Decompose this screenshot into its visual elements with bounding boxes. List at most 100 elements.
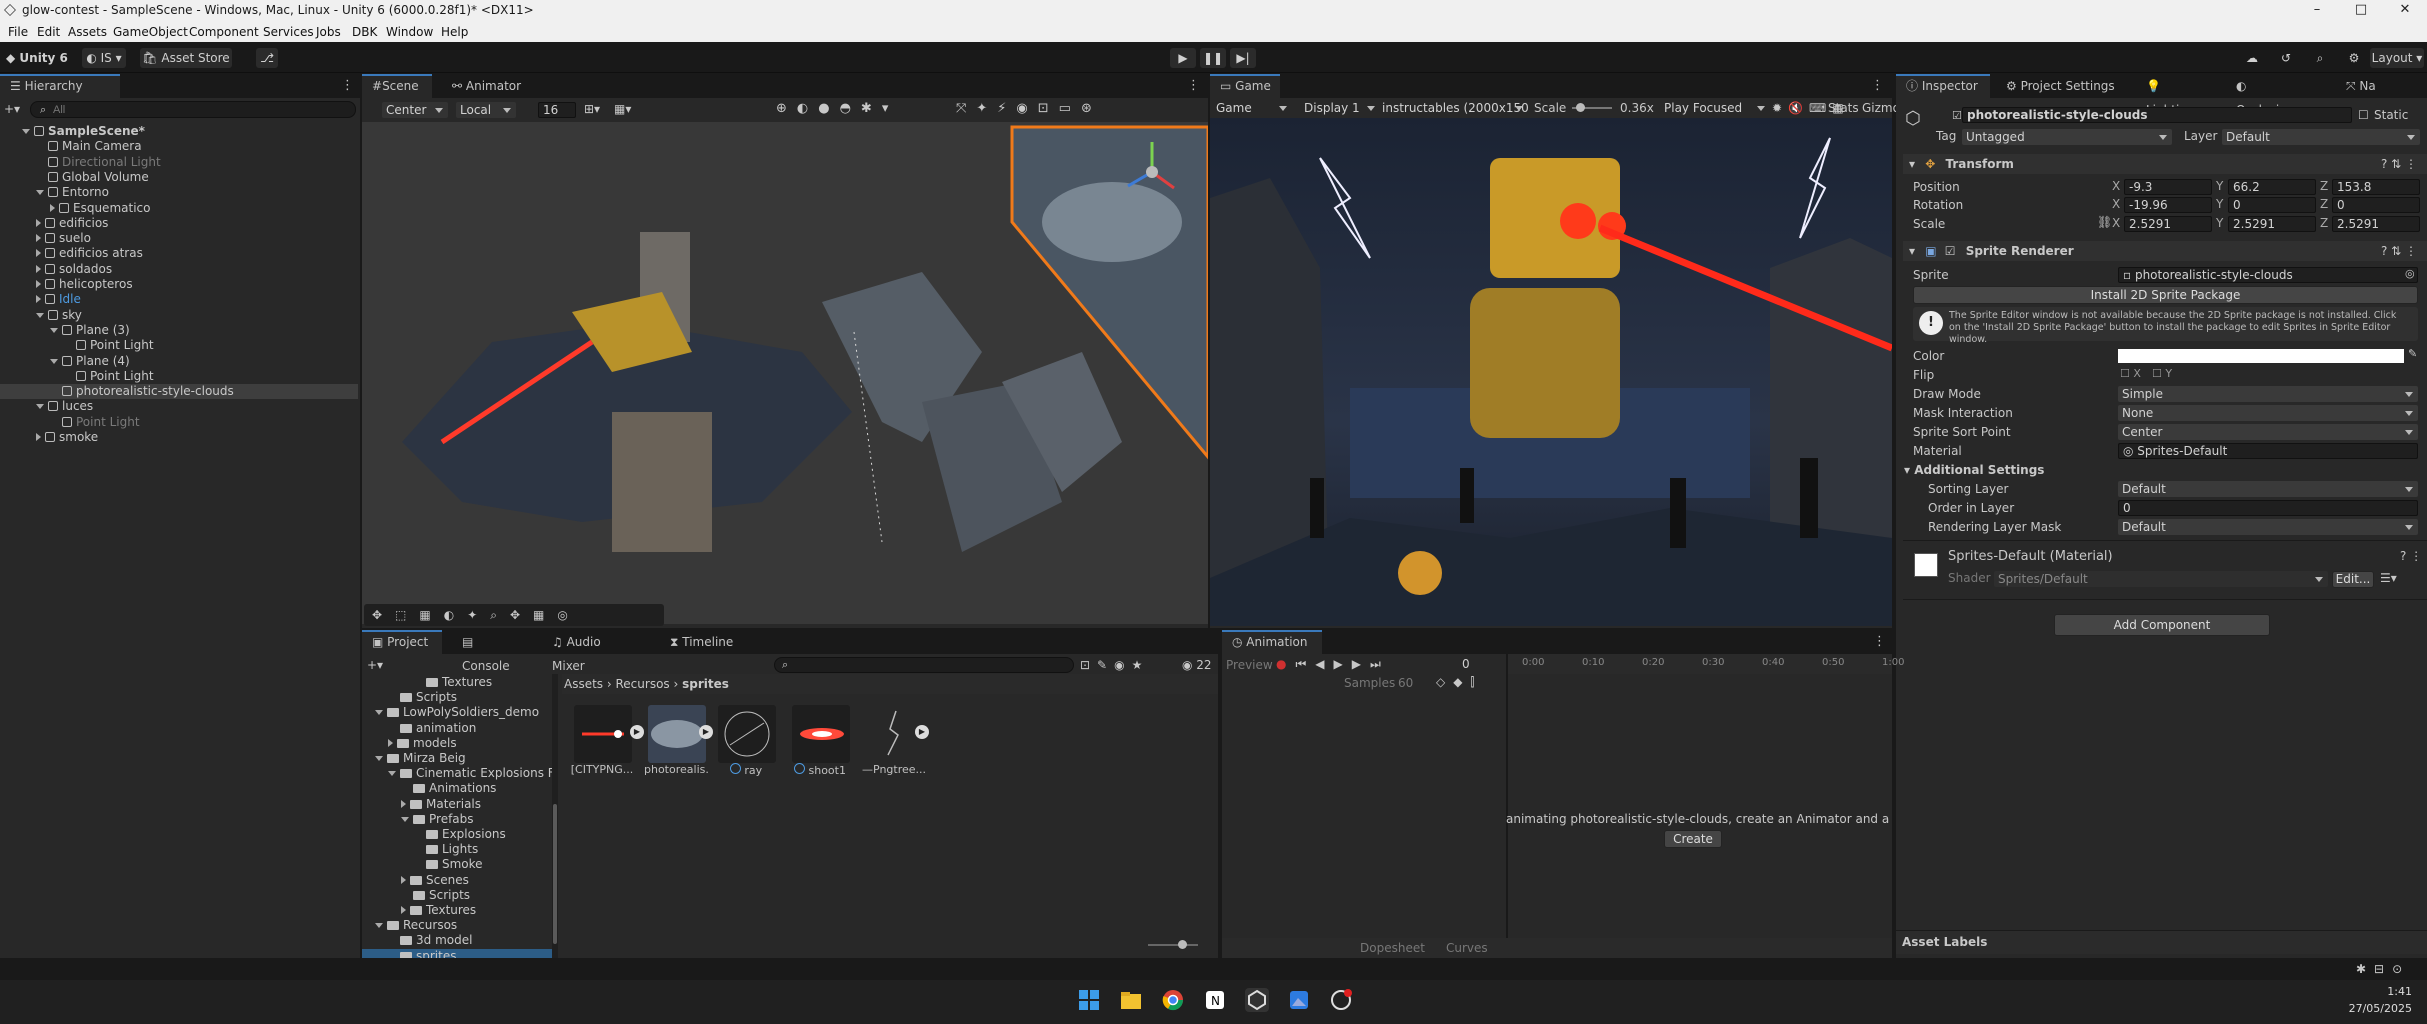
tab-inspector[interactable]: ⓘ Inspector xyxy=(1896,74,1990,98)
scale-x-field[interactable]: 2.5291 xyxy=(2124,216,2212,232)
stats-button[interactable]: Stats xyxy=(1828,98,1859,118)
hierarchy-item[interactable]: Plane (4) xyxy=(0,354,358,369)
component-enabled-checkbox[interactable]: ☑ xyxy=(1945,244,1956,258)
foldout-expanded-icon[interactable] xyxy=(22,129,30,134)
flip-y-checkbox[interactable]: ☐ Y xyxy=(2152,367,2172,380)
menu-component[interactable]: Component xyxy=(189,25,259,39)
animation-menu-icon[interactable]: ⋮ xyxy=(1873,634,1886,649)
play-button[interactable]: ▶ xyxy=(1170,48,1196,68)
material-menu-icons[interactable]: ? ⋮ xyxy=(2400,549,2422,563)
play-mode-dropdown[interactable]: Play Focused xyxy=(1660,100,1770,116)
close-button[interactable]: ✕ xyxy=(2383,0,2427,21)
scale-z-field[interactable]: 2.5291 xyxy=(2332,216,2420,232)
foldout-expanded-icon[interactable] xyxy=(375,923,383,929)
tab-animation[interactable]: ◷ Animation xyxy=(1222,630,1322,654)
transform-header[interactable]: ▾ ✥ Transform ? ⇅ ⋮ xyxy=(1903,154,2427,174)
menu-assets[interactable]: Assets xyxy=(68,25,107,39)
hierarchy-item[interactable]: Main Camera xyxy=(0,139,358,154)
project-folder-item[interactable]: Cinematic Explosions FI xyxy=(362,766,552,781)
component-menu-icons[interactable]: ? ⇅ ⋮ xyxy=(2381,241,2417,261)
eyedropper-icon[interactable]: ✎ xyxy=(2408,347,2417,360)
foldout-collapsed-icon[interactable] xyxy=(36,249,41,258)
game-viewport[interactable] xyxy=(1210,118,1892,626)
foldout-collapsed-icon[interactable] xyxy=(50,203,55,212)
photos-icon[interactable] xyxy=(1287,988,1311,1012)
asset-thumb-shoot1[interactable] xyxy=(792,705,850,763)
grid-snap-icon[interactable]: ⊞▾ xyxy=(584,102,600,116)
game-mode-dropdown[interactable]: Game xyxy=(1212,100,1292,116)
active-checkbox[interactable]: ☑ xyxy=(1952,109,1962,122)
curves-button[interactable]: Curves xyxy=(1446,941,1488,955)
minimize-button[interactable]: – xyxy=(2295,0,2339,21)
color-swatch[interactable] xyxy=(2118,349,2404,363)
additional-settings-foldout[interactable]: ▾ Additional Settings xyxy=(1904,461,2044,479)
material-field[interactable]: ◎ Sprites-Default xyxy=(2118,443,2418,459)
project-folder-item[interactable]: Prefabs xyxy=(362,812,552,827)
step-button[interactable]: ▶| xyxy=(1230,48,1256,68)
menu-edit[interactable]: Edit xyxy=(37,25,60,39)
panel-menu-icon[interactable]: ⋮ xyxy=(341,78,354,93)
pivot-dropdown[interactable]: Center xyxy=(382,102,448,118)
shader-dropdown[interactable]: Sprites/Default xyxy=(1994,571,2328,587)
hierarchy-item[interactable]: Idle xyxy=(0,292,358,307)
add-component-button[interactable]: Add Component xyxy=(2054,614,2270,636)
foldout-collapsed-icon[interactable] xyxy=(36,295,41,304)
object-name-field[interactable]: photorealistic-style-clouds xyxy=(1962,107,2352,123)
settings-gear-icon[interactable]: ⚙ xyxy=(2342,48,2366,68)
gizmos-button[interactable]: Gizmo xyxy=(1862,98,1900,118)
sorting-layer-dropdown[interactable]: Default xyxy=(2118,481,2418,497)
menu-help[interactable]: Help xyxy=(441,25,468,39)
tab-navigation[interactable]: ⤧ Na xyxy=(2336,74,2386,98)
tab-project[interactable]: ▣ Project xyxy=(362,630,442,654)
foldout-expanded-icon[interactable] xyxy=(50,327,58,333)
chrome-icon[interactable] xyxy=(1161,988,1185,1012)
rendering-layer-mask-dropdown[interactable]: Default xyxy=(2118,519,2418,535)
breadcrumb-assets[interactable]: Assets xyxy=(564,677,603,691)
foldout-collapsed-icon[interactable] xyxy=(401,799,406,808)
project-tree-scrollbar[interactable] xyxy=(552,674,558,958)
clock-time[interactable]: 1:41 xyxy=(2366,985,2412,998)
scene-bottom-toolbar[interactable]: ✥⬚▦◐✦⌕✥▦◎ xyxy=(364,604,664,626)
sprite-field[interactable]: ▫ photorealistic-style-clouds xyxy=(2118,267,2418,283)
foldout-collapsed-icon[interactable] xyxy=(36,264,41,273)
breadcrumb-sprites[interactable]: sprites xyxy=(682,677,729,691)
object-picker-icon[interactable]: ◎ xyxy=(2405,267,2415,280)
foldout-expanded-icon[interactable] xyxy=(36,190,44,196)
hierarchy-item[interactable]: Entorno xyxy=(0,185,358,200)
hierarchy-item[interactable]: edificios atras xyxy=(0,246,358,261)
breadcrumb-recursos[interactable]: Recursos xyxy=(616,677,670,691)
display-dropdown[interactable]: Display 1 xyxy=(1300,100,1380,116)
tab-scene[interactable]: #Scene xyxy=(362,74,432,98)
rotation-y-field[interactable]: 0 xyxy=(2228,197,2316,213)
flip-x-checkbox[interactable]: ☐ X xyxy=(2120,367,2141,380)
notion-icon[interactable]: N xyxy=(1203,988,1227,1012)
asset-thumb-ray[interactable] xyxy=(718,705,776,763)
hierarchy-item[interactable]: smoke xyxy=(0,430,358,445)
project-folder-item[interactable]: Scripts xyxy=(362,888,552,903)
search-icon[interactable]: ⌕ xyxy=(2308,48,2332,68)
version-control-icon[interactable]: ⎇ xyxy=(256,48,278,68)
sprite-renderer-header[interactable]: ▾ ▣ ☑ Sprite Renderer ? ⇅ ⋮ xyxy=(1903,241,2427,261)
sort-point-dropdown[interactable]: Center xyxy=(2118,424,2418,440)
layout-dropdown[interactable]: Layout ▾ xyxy=(2370,48,2424,68)
menu-window[interactable]: Window xyxy=(386,25,433,39)
foldout-collapsed-icon[interactable] xyxy=(36,280,41,288)
hierarchy-item[interactable]: edificios xyxy=(0,216,358,231)
project-folder-item[interactable]: 3d model xyxy=(362,933,552,948)
thumbnail-size-handle[interactable] xyxy=(1178,940,1187,949)
keyframe-icons[interactable]: ◇◆⫿ xyxy=(1436,675,1482,690)
rotation-z-field[interactable]: 0 xyxy=(2332,197,2420,213)
timeline-ruler[interactable]: 0:00 0:10 0:20 0:30 0:40 0:50 1:00 xyxy=(1508,654,1904,674)
tab-occlusion[interactable]: ◐ Occlusion xyxy=(2226,74,2316,117)
tab-game[interactable]: ▭ Game xyxy=(1210,74,1280,98)
project-folder-item[interactable]: Lights xyxy=(362,842,552,857)
preview-toggle[interactable]: Preview xyxy=(1226,658,1273,672)
position-y-field[interactable]: 66.2 xyxy=(2228,179,2316,195)
scene-view-toggles[interactable]: ⊕◐●◓✱▾ xyxy=(776,101,898,116)
pause-button[interactable]: ❚❚ xyxy=(1200,48,1226,68)
scene-viewport[interactable] xyxy=(362,122,1208,624)
hierarchy-item[interactable]: Esquematico xyxy=(0,201,358,216)
foldout-collapsed-icon[interactable] xyxy=(388,738,393,747)
layer-dropdown[interactable]: Default xyxy=(2222,129,2420,145)
scene-menu-icon[interactable]: ⋮ xyxy=(1187,78,1200,93)
